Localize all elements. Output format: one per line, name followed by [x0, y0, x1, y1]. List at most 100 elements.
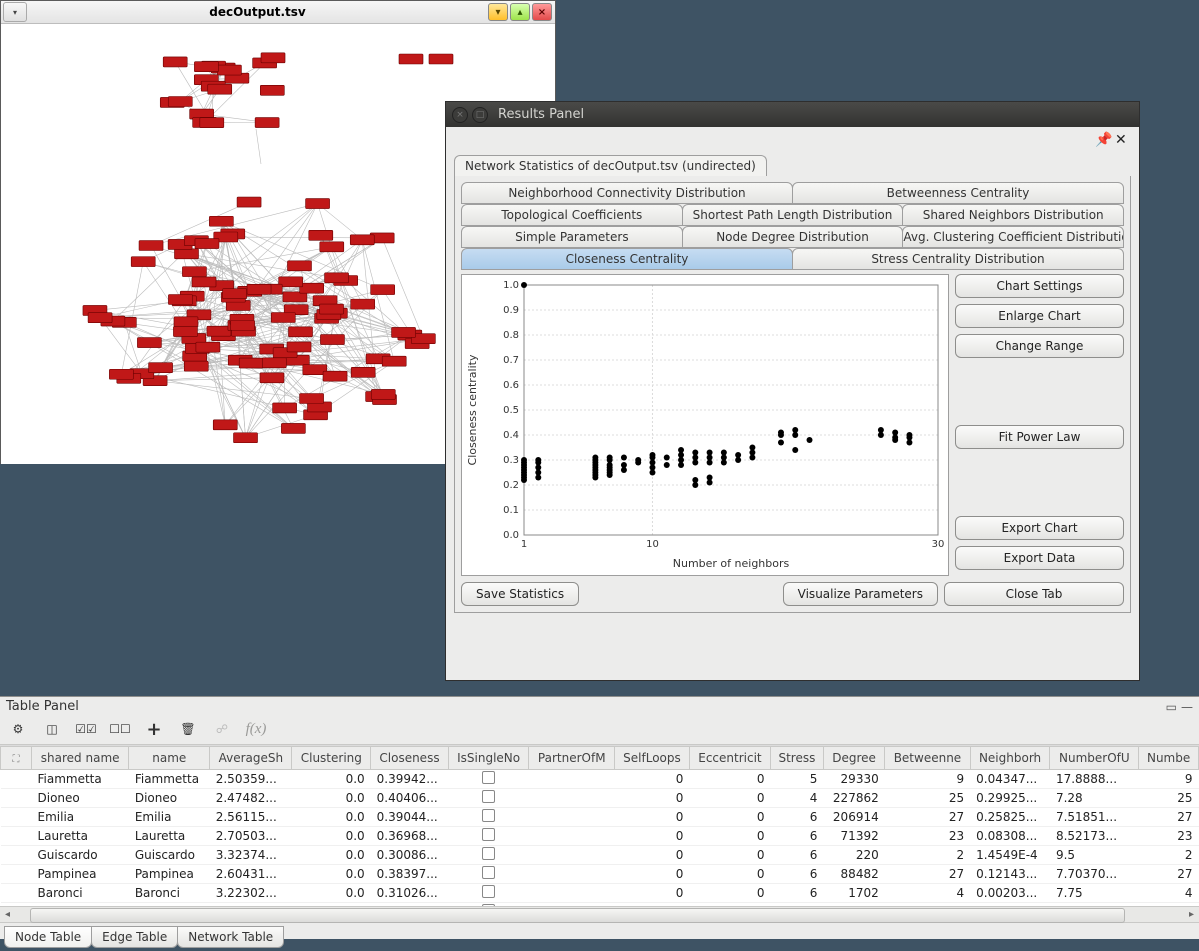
- analysis-tab[interactable]: Topological Coefficients: [461, 204, 683, 226]
- close-icon[interactable]: ✕: [1115, 132, 1129, 146]
- scrollbar-thumb[interactable]: [30, 908, 1125, 923]
- analysis-tab[interactable]: Shared Neighbors Distribution: [902, 204, 1124, 226]
- window-close-circle[interactable]: ×: [452, 107, 468, 123]
- column-header[interactable]: Betweenne: [885, 747, 970, 770]
- save-statistics-button[interactable]: Save Statistics: [461, 582, 579, 606]
- column-header[interactable]: Closeness: [371, 747, 449, 770]
- close-button[interactable]: ×: [532, 3, 552, 21]
- chart-settings-button[interactable]: Chart Settings: [955, 274, 1124, 298]
- column-header[interactable]: shared name: [32, 747, 129, 770]
- data-table[interactable]: ⛶shared namenameAverageShClusteringClose…: [0, 746, 1199, 906]
- analysis-tab[interactable]: Betweenness Centrality: [792, 182, 1124, 204]
- svg-text:0.2: 0.2: [503, 480, 519, 491]
- table-row[interactable]: DioneoDioneo2.47482...0.00.40406...00422…: [1, 789, 1199, 808]
- analysis-tab[interactable]: Closeness Centrality: [461, 248, 793, 270]
- detach-icon[interactable]: ▭: [1166, 700, 1177, 714]
- dataset-tab-label: Network Statistics of decOutput.tsv (und…: [465, 159, 756, 173]
- column-header[interactable]: PartnerOfM: [529, 747, 615, 770]
- column-header[interactable]: Degree: [823, 747, 884, 770]
- analysis-tab[interactable]: Neighborhood Connectivity Distribution: [461, 182, 793, 204]
- svg-text:1.0: 1.0: [503, 280, 519, 291]
- window-menu-button[interactable]: ▾: [3, 2, 27, 22]
- chart-area[interactable]: 0.00.10.20.30.40.50.60.70.80.91.011030Nu…: [461, 274, 949, 576]
- graph-window-titlebar[interactable]: ▾ decOutput.tsv ▾ ▴ ×: [1, 1, 555, 24]
- export-data-button[interactable]: Export Data: [955, 546, 1124, 570]
- checkbox-icon[interactable]: [482, 771, 495, 784]
- table-row[interactable]: GuiscardoGuiscardo3.32374...0.00.30086..…: [1, 846, 1199, 865]
- dataset-tab[interactable]: Network Statistics of decOutput.tsv (und…: [454, 155, 767, 176]
- results-panel-window: × □ Results Panel 📌 ✕ Network Statistics…: [445, 101, 1140, 681]
- table-type-tab[interactable]: Edge Table: [91, 926, 178, 948]
- analysis-tab[interactable]: Stress Centrality Distribution: [792, 248, 1124, 270]
- add-icon[interactable]: +: [144, 720, 164, 738]
- row-handle-column[interactable]: ⛶: [1, 747, 32, 770]
- checkbox-icon[interactable]: [482, 847, 495, 860]
- column-header[interactable]: name: [129, 747, 210, 770]
- svg-text:0.0: 0.0: [503, 530, 519, 541]
- minimize-panel-icon[interactable]: —: [1181, 700, 1193, 714]
- function-icon[interactable]: f(x): [246, 720, 266, 738]
- analysis-tab[interactable]: Node Degree Distribution: [682, 226, 904, 248]
- trash-icon[interactable]: 🗑: [178, 720, 198, 738]
- maximize-button[interactable]: ▴: [510, 3, 530, 21]
- column-header[interactable]: SelfLoops: [615, 747, 690, 770]
- export-chart-button[interactable]: Export Chart: [955, 516, 1124, 540]
- checkbox-icon[interactable]: [482, 904, 495, 906]
- chart-side-buttons: Chart SettingsEnlarge ChartChange Range …: [955, 274, 1124, 576]
- table-row[interactable]: BaronciBaronci3.22302...0.00.31026...006…: [1, 884, 1199, 903]
- column-header[interactable]: IsSingleNo: [448, 747, 529, 770]
- svg-text:0.9: 0.9: [503, 305, 519, 316]
- svg-text:0.1: 0.1: [503, 505, 519, 516]
- minimize-button[interactable]: ▾: [488, 3, 508, 21]
- analysis-tab[interactable]: Simple Parameters: [461, 226, 683, 248]
- horizontal-scrollbar[interactable]: ◂ ▸: [0, 906, 1199, 922]
- fit-power-law-button[interactable]: Fit Power Law: [955, 425, 1124, 449]
- svg-text:0.3: 0.3: [503, 455, 519, 466]
- svg-text:Closeness centrality: Closeness centrality: [466, 354, 479, 465]
- column-header[interactable]: Neighborh: [970, 747, 1050, 770]
- scroll-right-icon[interactable]: ▸: [1184, 909, 1199, 920]
- window-dock-circle[interactable]: □: [472, 107, 488, 123]
- checkbox-icon[interactable]: [482, 828, 495, 841]
- change-range-button[interactable]: Change Range: [955, 334, 1124, 358]
- pin-icon[interactable]: 📌: [1095, 132, 1109, 146]
- scatter-chart[interactable]: 0.00.10.20.30.40.50.60.70.80.91.011030Nu…: [462, 275, 948, 573]
- table-row[interactable]: LaurettaLauretta2.70503...0.00.36968...0…: [1, 827, 1199, 846]
- svg-text:0.5: 0.5: [503, 405, 519, 416]
- svg-text:30: 30: [932, 539, 945, 550]
- link-icon[interactable]: ☍: [212, 720, 232, 738]
- table-type-tab[interactable]: Network Table: [177, 926, 284, 948]
- svg-text:0.8: 0.8: [503, 330, 519, 341]
- table-row[interactable]: PampineaPampinea2.60431...0.00.38397...0…: [1, 865, 1199, 884]
- results-window-title: Results Panel: [498, 107, 584, 122]
- column-header[interactable]: Numbe: [1139, 747, 1199, 770]
- column-header[interactable]: NumberOfU: [1050, 747, 1139, 770]
- select-none-icon[interactable]: ☐☐: [110, 720, 130, 738]
- table-type-tab[interactable]: Node Table: [4, 926, 92, 948]
- data-table-wrap[interactable]: ⛶shared namenameAverageShClusteringClose…: [0, 745, 1199, 906]
- analysis-tab[interactable]: Shortest Path Length Distribution: [682, 204, 904, 226]
- gear-icon[interactable]: ⚙: [8, 720, 28, 738]
- table-toolbar: ⚙ ◫ ☑☑ ☐☐ + 🗑 ☍ f(x): [0, 716, 1199, 745]
- analysis-tab[interactable]: Avg. Clustering Coefficient Distribution: [902, 226, 1124, 248]
- column-header[interactable]: Clustering: [292, 747, 371, 770]
- visualize-parameters-button[interactable]: Visualize Parameters: [783, 582, 938, 606]
- checkbox-icon[interactable]: [482, 885, 495, 898]
- table-row[interactable]: FiammettaFiammetta2.50359...0.00.39942..…: [1, 770, 1199, 789]
- table-row[interactable]: EmiliaEmilia2.56115...0.00.39044...00620…: [1, 808, 1199, 827]
- svg-text:10: 10: [646, 539, 659, 550]
- checkbox-icon[interactable]: [482, 866, 495, 879]
- close-tab-button[interactable]: Close Tab: [944, 582, 1124, 606]
- enlarge-chart-button[interactable]: Enlarge Chart: [955, 304, 1124, 328]
- column-header[interactable]: Eccentricit: [689, 747, 770, 770]
- checkbox-icon[interactable]: [482, 790, 495, 803]
- columns-icon[interactable]: ◫: [42, 720, 62, 738]
- select-all-icon[interactable]: ☑☑: [76, 720, 96, 738]
- results-window-titlebar[interactable]: × □ Results Panel: [446, 102, 1139, 127]
- svg-text:0.7: 0.7: [503, 355, 519, 366]
- column-header[interactable]: Stress: [770, 747, 823, 770]
- column-header[interactable]: AverageSh: [210, 747, 292, 770]
- checkbox-icon[interactable]: [482, 809, 495, 822]
- scroll-left-icon[interactable]: ◂: [0, 909, 15, 920]
- graph-window-title: decOutput.tsv: [27, 5, 488, 19]
